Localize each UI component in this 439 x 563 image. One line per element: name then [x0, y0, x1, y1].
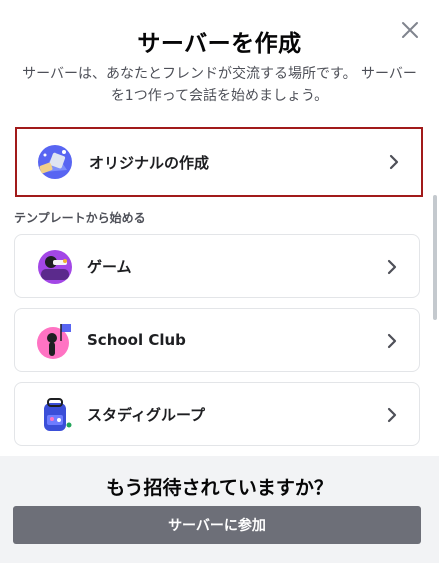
create-server-icon	[38, 145, 72, 179]
dialog-subtitle: サーバーは、あなたとフレンドが交流する場所です。 サーバーを1つ作って会話を始め…	[22, 66, 417, 104]
template-school-club-label: School Club	[87, 331, 186, 349]
gaming-template-icon	[38, 250, 72, 284]
templates-section-label: テンプレートから始める	[14, 211, 146, 225]
chevron-right-icon	[387, 333, 397, 349]
study-group-template-icon	[44, 398, 72, 431]
template-school-club-button[interactable]: School Club	[14, 308, 420, 372]
chevron-right-icon	[387, 407, 397, 423]
create-my-own-label: オリジナルの作成	[89, 153, 210, 172]
chevron-right-icon	[387, 259, 397, 275]
create-my-own-button[interactable]: オリジナルの作成	[15, 127, 423, 197]
dialog-footer: もう招待されていますか？ サーバーに参加	[0, 456, 439, 563]
create-server-dialog: サーバーを作成 サーバーは、あなたとフレンドが交流する場所です。 サーバーを1つ…	[0, 0, 439, 563]
template-gaming-button[interactable]: ゲーム	[14, 234, 420, 298]
template-gaming-label: ゲーム	[87, 257, 132, 276]
footer-title: もう招待されていますか？	[106, 477, 333, 499]
scrollbar-thumb[interactable]	[433, 195, 437, 320]
template-study-group-label: スタディグループ	[87, 405, 206, 424]
school-club-template-icon	[37, 324, 71, 359]
options-list[interactable]: オリジナルの作成 テンプレートから始める ゲーム School Club スタデ…	[0, 120, 439, 456]
join-server-button[interactable]: サーバーに参加	[13, 506, 421, 544]
chevron-right-icon	[389, 154, 399, 170]
dialog-title: サーバーを作成	[137, 31, 302, 57]
template-study-group-button[interactable]: スタディグループ	[14, 382, 420, 446]
